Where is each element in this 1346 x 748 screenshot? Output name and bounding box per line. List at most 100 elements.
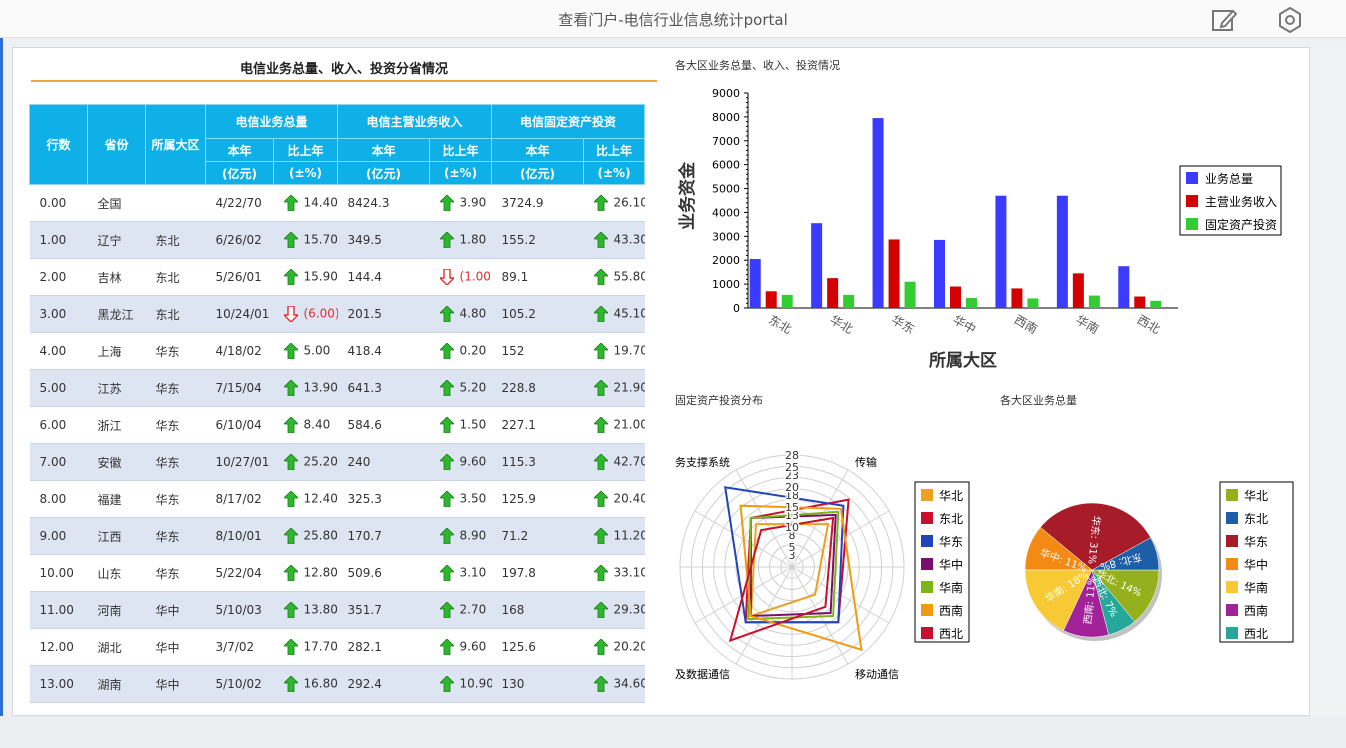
cell-revenue-this-year: 240 <box>337 443 430 481</box>
edit-icon[interactable] <box>1211 7 1237 33</box>
cell-total-yoy: 13.90 <box>273 369 338 407</box>
cell-revenue-yoy: 1.80 <box>429 221 492 259</box>
header-region: 所属大区 <box>145 104 206 185</box>
pie-legend-swatch <box>1226 512 1238 524</box>
cell-province: 江苏 <box>87 369 146 407</box>
up-arrow-icon <box>283 195 298 211</box>
cell-total-yoy-value: 15.90 <box>303 269 338 284</box>
cell-investment-this-year: 152 <box>491 332 584 370</box>
pie-legend-label: 东北 <box>1244 512 1268 526</box>
table-row: 11.00 河南 华中 5/10/03 13.80 351.7 2.70 168 29.30 <box>29 591 645 629</box>
cell-total-yoy-value: 5.00 <box>303 343 331 358</box>
pie-legend-label: 华南 <box>1244 580 1268 595</box>
up-arrow-icon <box>593 306 608 322</box>
down-arrow-icon <box>283 306 298 322</box>
bar-0-6 <box>1118 266 1130 308</box>
up-arrow-icon <box>439 380 454 396</box>
bar-x-tick-label: 东北 <box>766 312 794 336</box>
pie-legend-swatch <box>1226 558 1238 570</box>
up-arrow-icon <box>283 380 298 396</box>
cell-row-no: 12.00 <box>29 628 88 666</box>
cell-total-yoy-value: 13.90 <box>303 380 338 395</box>
bar-1-6 <box>1134 296 1146 308</box>
header-this-year: 本年 <box>205 138 274 162</box>
cell-total-this-year: 4/22/70 <box>205 184 274 222</box>
cell-total-this-year: 10/24/01 <box>205 295 274 333</box>
radar-legend-label: 华北 <box>939 489 963 503</box>
cell-total-yoy-value: 16.80 <box>303 676 338 691</box>
header-unit-pct: (±%) <box>429 161 493 185</box>
up-arrow-icon <box>593 602 608 618</box>
header-this-year: 本年 <box>491 138 585 162</box>
table-row: 13.00 湖南 华中 5/10/02 16.80 292.4 10.90 130 34.60 <box>29 665 645 703</box>
bar-0-1 <box>811 223 823 308</box>
table-row: 10.00 山东 华东 5/22/04 12.80 509.6 3.10 197.8 33.10 <box>29 554 645 592</box>
cell-investment-this-year: 125.6 <box>491 628 584 666</box>
radar-r-tick-label: 5 <box>789 541 796 554</box>
cell-revenue-yoy-value: 9.60 <box>459 639 487 654</box>
cell-row-no: 6.00 <box>29 406 88 444</box>
cell-investment-yoy: 34.60 <box>583 665 645 703</box>
header-yoy: 比上年 <box>429 138 493 162</box>
cell-total-this-year: 3/7/02 <box>205 628 274 666</box>
cell-investment-this-year: 105.2 <box>491 295 584 333</box>
radar-legend-label: 西北 <box>939 627 963 641</box>
table-row: 9.00 江西 华东 8/10/01 25.80 170.7 8.90 71.2 11.20 <box>29 517 645 555</box>
cell-revenue-yoy-value: (1.00) <box>459 269 492 284</box>
right-margin <box>1310 47 1346 716</box>
pie-legend-label: 西南 <box>1244 603 1268 618</box>
bar-0-3 <box>934 239 945 308</box>
header-yoy: 比上年 <box>583 138 646 162</box>
cell-investment-yoy: 11.20 <box>583 517 645 555</box>
cell-province: 浙江 <box>87 406 146 444</box>
cell-total-this-year: 6/10/04 <box>205 406 274 444</box>
cell-revenue-yoy-value: 0.20 <box>459 343 487 358</box>
pie-legend-label: 华东 <box>1244 535 1268 549</box>
settings-icon[interactable] <box>1277 7 1303 33</box>
up-arrow-icon <box>283 602 298 618</box>
radar-axis-label: 传输 <box>855 455 877 469</box>
pie-chart-title: 各大区业务总量 <box>1000 394 1077 407</box>
table-title: 电信业务总量、收入、投资分省情况 <box>239 62 448 77</box>
pie-legend: 华北东北华东华中华南西南西北 <box>1219 481 1294 643</box>
header-unit-pct: (±%) <box>583 161 646 185</box>
cell-province: 黑龙江 <box>87 295 146 333</box>
cell-total-yoy: 25.20 <box>273 443 338 481</box>
cell-total-yoy-value: 12.80 <box>303 565 338 580</box>
up-arrow-icon <box>283 639 298 655</box>
bar-legend: 业务总量主营业务收入固定资产投资 <box>1179 165 1282 236</box>
cell-province: 吉林 <box>87 258 146 296</box>
cell-row-no: 13.00 <box>29 665 88 703</box>
up-arrow-icon <box>439 602 454 618</box>
header-group-total: 电信业务总量 <box>204 104 339 139</box>
cell-region: 东北 <box>145 221 206 259</box>
cell-investment-this-year: 130 <box>491 665 584 703</box>
cell-province: 山东 <box>87 554 146 592</box>
cell-revenue-yoy-value: 3.10 <box>459 565 487 580</box>
pie-legend-label: 华中 <box>1244 557 1268 572</box>
radar-legend-swatch <box>921 604 933 616</box>
radar-spoke <box>791 469 849 568</box>
up-arrow-icon <box>439 676 454 692</box>
pie-legend-swatch <box>1226 604 1238 616</box>
table-row: 6.00 浙江 华东 6/10/04 8.40 584.6 1.50 227.1 21.00 <box>29 406 645 444</box>
cell-revenue-yoy-value: 8.90 <box>459 528 487 543</box>
cell-investment-yoy: 26.10 <box>583 184 645 222</box>
radar-r-tick-label: 10 <box>785 521 799 534</box>
cell-province: 江西 <box>87 517 146 555</box>
bar-legend-swatch <box>1186 195 1198 207</box>
cell-investment-yoy: 20.20 <box>583 628 645 666</box>
up-arrow-icon <box>439 195 454 211</box>
cell-province: 全国 <box>87 184 146 222</box>
cell-total-this-year: 5/26/01 <box>205 258 274 296</box>
cell-region: 华中 <box>145 591 206 629</box>
table-row: 4.00 上海 华东 4/18/02 5.00 418.4 0.20 152 19.70 <box>29 332 645 370</box>
down-arrow-icon <box>439 269 454 285</box>
bar-2-4 <box>1027 298 1039 308</box>
cell-total-this-year: 7/15/04 <box>205 369 274 407</box>
bar-chart-title: 各大区业务总量、收入、投资情况 <box>675 59 840 72</box>
cell-revenue-yoy-value: 1.80 <box>459 232 487 247</box>
cell-row-no: 9.00 <box>29 517 88 555</box>
cell-total-yoy-value: (6.00) <box>303 306 338 321</box>
radar-legend-label: 华中 <box>939 557 963 572</box>
